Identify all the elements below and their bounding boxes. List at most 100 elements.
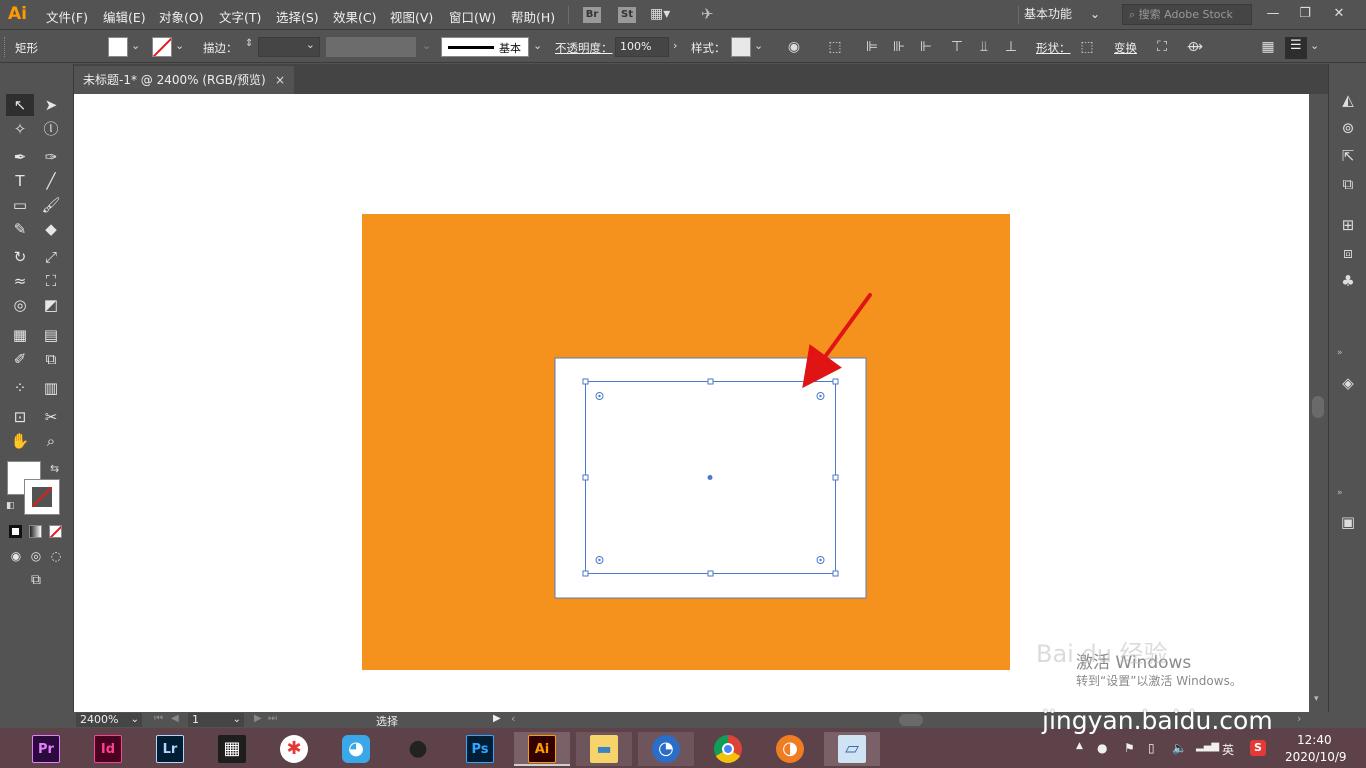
- free-transform-tool-icon[interactable]: ⛶: [39, 270, 63, 292]
- align-panel-icon[interactable]: ⧈: [1338, 243, 1358, 263]
- resize-handle[interactable]: [582, 378, 589, 385]
- tray-battery-icon[interactable]: ▯: [1148, 741, 1155, 755]
- rectangle-tool-icon[interactable]: ▭: [8, 194, 32, 216]
- tray-expand-icon[interactable]: ▲: [1076, 741, 1083, 751]
- variable-width-profile[interactable]: [326, 37, 416, 57]
- lasso-tool-icon[interactable]: ⓛ: [39, 118, 63, 140]
- hand-tool-icon[interactable]: ✋: [8, 430, 32, 452]
- sogou-ime-icon[interactable]: S: [1250, 740, 1266, 756]
- pen-tool-icon[interactable]: ✒: [8, 146, 32, 168]
- stroke-color-box[interactable]: [24, 479, 60, 515]
- bridge-button[interactable]: Br: [583, 7, 601, 23]
- arrange-documents-icon[interactable]: ▦▾: [650, 6, 670, 22]
- ime-indicator[interactable]: 英: [1222, 741, 1234, 758]
- color-guide-icon[interactable]: ◭: [1338, 90, 1358, 110]
- type-tool-icon[interactable]: T: [8, 170, 32, 192]
- export-icon[interactable]: ⇱: [1338, 146, 1358, 166]
- minimize-button[interactable]: —: [1260, 4, 1286, 24]
- fill-swatch[interactable]: [108, 37, 128, 57]
- control-bar-grip[interactable]: [4, 37, 7, 57]
- screen-mode-icon[interactable]: ⧉: [24, 569, 48, 591]
- swap-colors-icon[interactable]: ⇆: [50, 462, 59, 475]
- last-artboard-icon[interactable]: ⏭: [268, 713, 277, 724]
- graphic-style-swatch[interactable]: [731, 37, 751, 57]
- menu-file[interactable]: 文件(F): [46, 7, 88, 26]
- menu-view[interactable]: 视图(V): [390, 7, 433, 26]
- next-artboard-icon[interactable]: ▶: [254, 713, 262, 724]
- isolate-icon[interactable]: ⟴: [1186, 38, 1204, 56]
- brush-definition[interactable]: 基本: [441, 37, 529, 57]
- appearance-icon[interactable]: ⊚: [1338, 118, 1358, 138]
- align-right-icon[interactable]: ⊩: [917, 38, 935, 56]
- menu-effect[interactable]: 效果(C): [333, 7, 376, 26]
- mesh-tool-icon[interactable]: ▦: [8, 324, 32, 346]
- default-colors-icon[interactable]: ◧: [6, 501, 15, 511]
- previous-artboard-icon[interactable]: ◀: [171, 713, 179, 724]
- menu-window[interactable]: 窗口(W): [449, 7, 496, 26]
- layers-icon[interactable]: ◈: [1338, 373, 1358, 393]
- shape-label[interactable]: 形状：: [1036, 40, 1071, 56]
- resize-handle[interactable]: [707, 378, 714, 385]
- width-tool-icon[interactable]: ≈: [8, 270, 32, 292]
- free-transform-icon[interactable]: ⛶: [1153, 38, 1171, 56]
- artboard-number-input[interactable]: 1 ⌄: [188, 713, 244, 727]
- restore-button[interactable]: ❐: [1292, 4, 1318, 24]
- resize-handle[interactable]: [582, 474, 589, 481]
- document-tab[interactable]: 未标题-1* @ 2400% (RGB/预览) ×: [74, 66, 294, 94]
- chevron-down-icon[interactable]: ⌄: [1310, 39, 1319, 52]
- symbol-sprayer-tool-icon[interactable]: ⁘: [8, 377, 32, 399]
- scroll-left-icon[interactable]: ‹: [511, 712, 515, 725]
- close-window-button[interactable]: ✕: [1326, 4, 1352, 24]
- taskbar-app-qq[interactable]: ●: [390, 732, 446, 766]
- chevron-down-icon[interactable]: ⌄: [533, 39, 542, 52]
- recolor-artwork-icon[interactable]: ◉: [785, 38, 803, 56]
- curvature-tool-icon[interactable]: ✑: [39, 146, 63, 168]
- gradient-tool-icon[interactable]: ▤: [39, 324, 63, 346]
- chevron-down-icon[interactable]: ⌄: [422, 39, 431, 52]
- collapse-panel-icon[interactable]: »: [1337, 348, 1343, 358]
- shape-builder-tool-icon[interactable]: ◎: [8, 294, 32, 316]
- taskbar-app-chrome[interactable]: [700, 732, 756, 766]
- menu-type[interactable]: 文字(T): [219, 7, 261, 26]
- stroke-weight-stepper[interactable]: ⇕: [245, 38, 253, 49]
- menu-help[interactable]: 帮助(H): [511, 7, 555, 26]
- taskbar-app-pinwheel[interactable]: ✱: [266, 732, 322, 766]
- perspective-grid-tool-icon[interactable]: ◩: [39, 294, 63, 316]
- panel-menu-button[interactable]: ☰: [1285, 37, 1307, 59]
- artboard-tool-icon[interactable]: ⊡: [8, 406, 32, 428]
- clock-time[interactable]: 12:40: [1297, 733, 1332, 747]
- zoom-input[interactable]: 2400% ⌄: [76, 713, 142, 727]
- arrange-icon[interactable]: ▦: [1259, 38, 1277, 56]
- pathfinder-icon[interactable]: ⧉: [1338, 174, 1358, 194]
- vertical-scrollbar[interactable]: ▾: [1309, 94, 1328, 712]
- align-to-icon[interactable]: ⬚: [826, 38, 844, 56]
- eyedropper-tool-icon[interactable]: ✐: [8, 348, 32, 370]
- align-left-icon[interactable]: ⊫: [863, 38, 881, 56]
- gradient-mode-button[interactable]: [29, 525, 42, 538]
- taskbar-app-premiere[interactable]: Pr: [18, 732, 74, 766]
- resize-handle[interactable]: [832, 570, 839, 577]
- stroke-swatch[interactable]: [152, 37, 172, 57]
- tray-network-icon[interactable]: ▂▄▆: [1196, 741, 1219, 752]
- taskbar-app-photoshop[interactable]: Ps: [452, 732, 508, 766]
- scale-tool-icon[interactable]: ⤢: [39, 246, 63, 268]
- scroll-right-icon[interactable]: ›: [1297, 712, 1301, 725]
- magic-wand-tool-icon[interactable]: ✧: [8, 118, 32, 140]
- direct-selection-tool-icon[interactable]: ➤: [39, 94, 63, 116]
- menu-object[interactable]: 对象(O): [159, 7, 204, 26]
- color-mode-button[interactable]: [9, 525, 22, 538]
- opacity-input[interactable]: 100%: [615, 37, 669, 57]
- draw-inside-icon[interactable]: ◌: [44, 545, 68, 567]
- clock-date[interactable]: 2020/10/9: [1285, 750, 1347, 764]
- taskbar-app-illustrator-active[interactable]: Ai: [514, 732, 570, 766]
- shape-properties-icon[interactable]: ⬚: [1078, 38, 1096, 56]
- taskbar-app-lightroom[interactable]: Lr: [142, 732, 198, 766]
- menu-edit[interactable]: 编辑(E): [103, 7, 146, 26]
- blend-tool-icon[interactable]: ⧉: [39, 348, 63, 370]
- scroll-down-icon[interactable]: ▾: [1314, 694, 1319, 704]
- symbols-icon[interactable]: ♣: [1338, 271, 1358, 291]
- zoom-tool-icon[interactable]: ⌕: [39, 430, 63, 452]
- align-middle-icon[interactable]: ⫫: [975, 38, 993, 56]
- stock-button[interactable]: St: [618, 7, 636, 23]
- align-bottom-icon[interactable]: ⊥: [1002, 38, 1020, 56]
